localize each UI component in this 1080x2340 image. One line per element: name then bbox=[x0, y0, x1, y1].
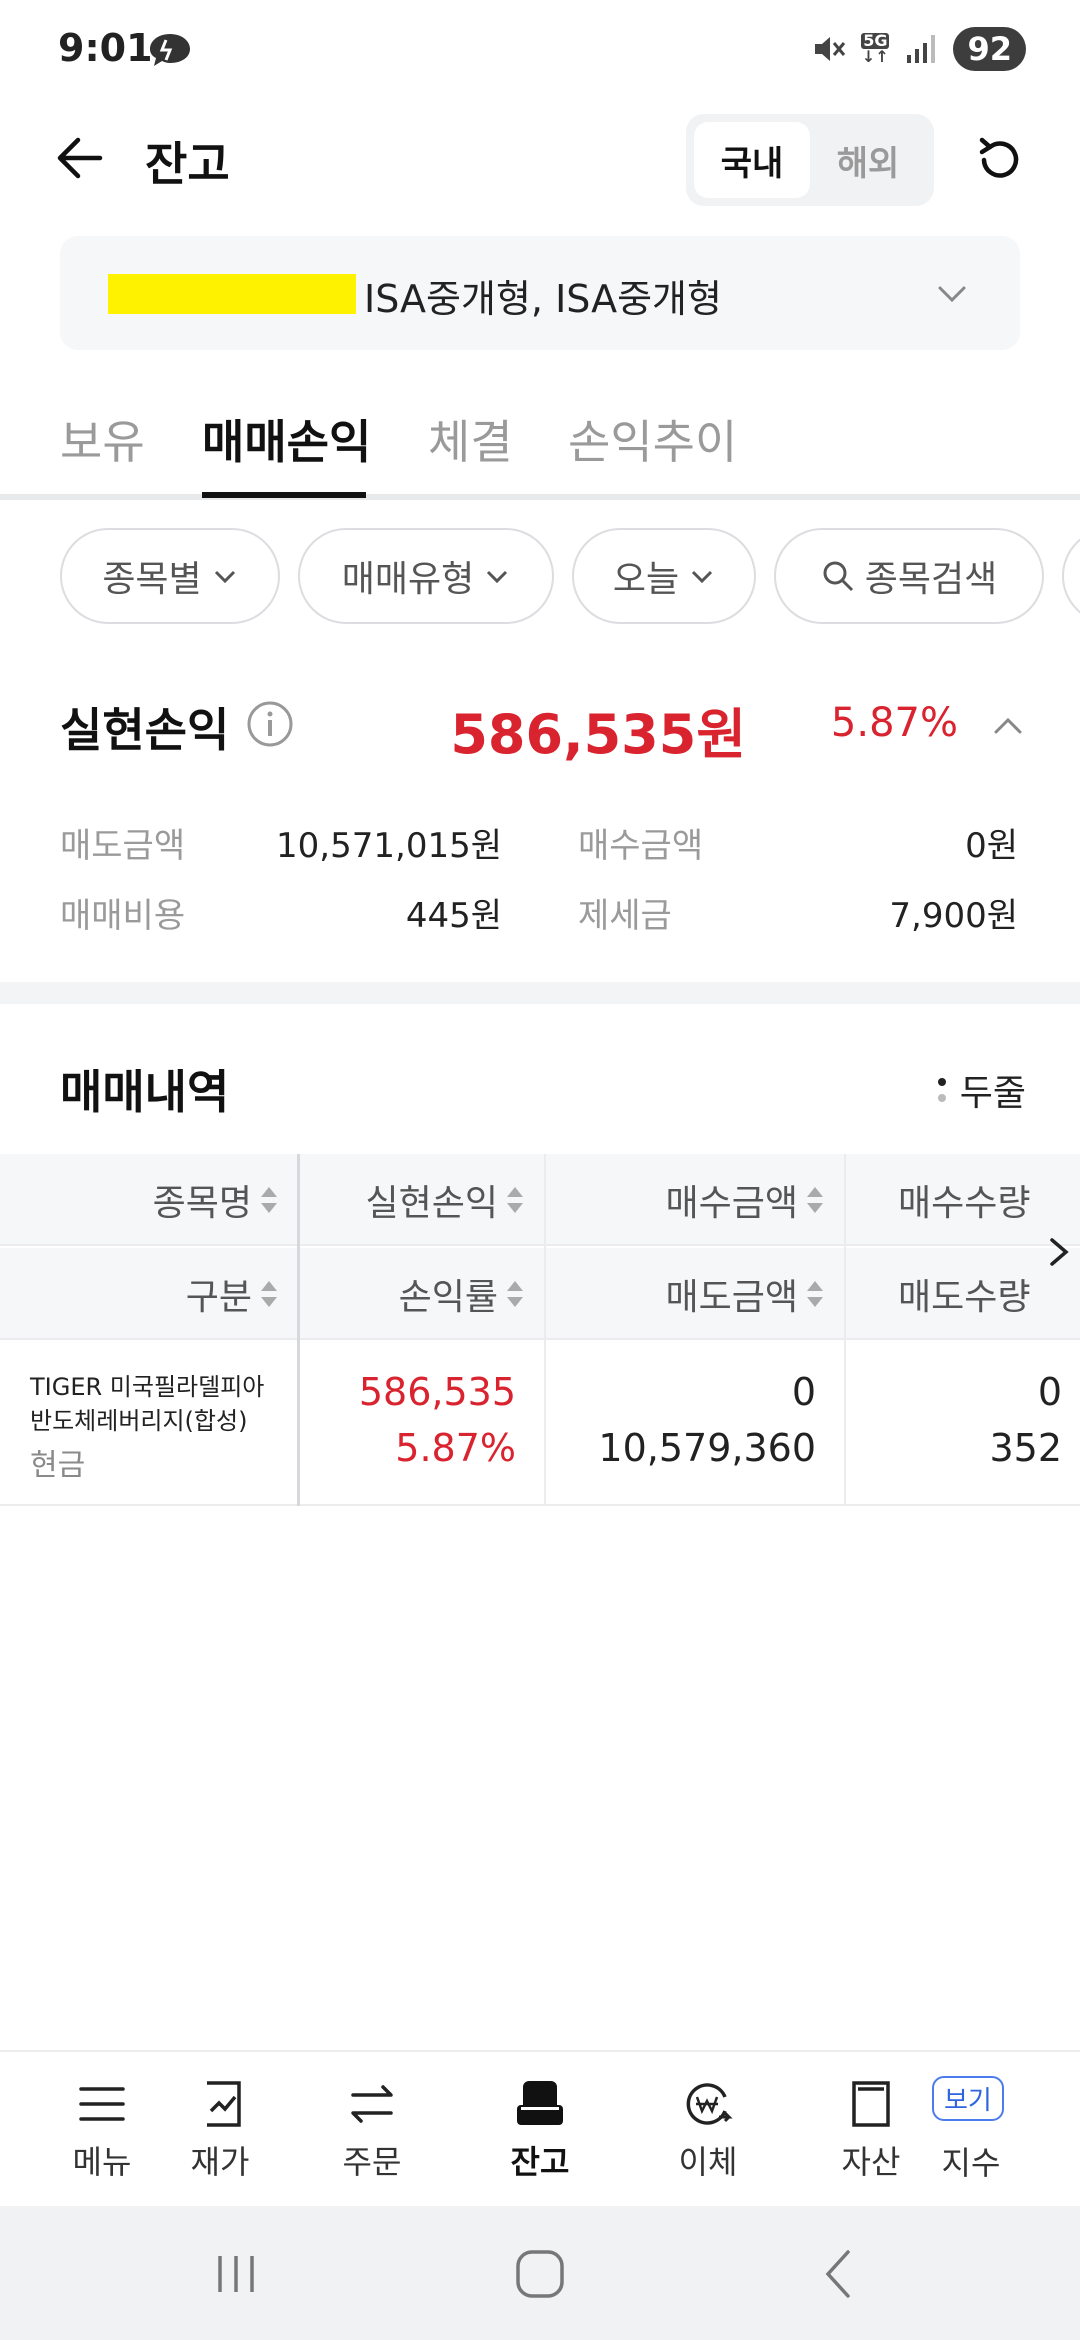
realized-pl-title: 실현손익 bbox=[60, 703, 230, 757]
filter-by-stock[interactable]: 종목별 bbox=[60, 528, 280, 624]
market-segment-toggle: 국내 해외 bbox=[686, 114, 934, 206]
nav-index[interactable]: 지수 bbox=[926, 2052, 1016, 2208]
chevron-right-icon[interactable] bbox=[1044, 1232, 1074, 1272]
sell-amount-value: 10,571,015원 bbox=[276, 826, 502, 866]
tab-pl-trend[interactable]: 손익추이 bbox=[568, 406, 737, 472]
sort-icon bbox=[806, 1279, 824, 1309]
row-buy-qty: 0 bbox=[1037, 1370, 1062, 1414]
search-icon bbox=[823, 561, 853, 592]
buy-amount-label: 매수금액 bbox=[578, 826, 704, 866]
nav-order[interactable]: 주문 bbox=[320, 2052, 424, 2208]
tab-holdings[interactable]: 보유 bbox=[60, 406, 145, 472]
sort-icon bbox=[260, 1185, 278, 1215]
chevron-down-icon bbox=[487, 570, 508, 584]
sort-icon bbox=[260, 1279, 278, 1309]
two-line-toggle[interactable]: 두줄 bbox=[937, 1064, 1026, 1116]
tab-trade-pl[interactable]: 매매손익 bbox=[202, 406, 371, 472]
account-selector[interactable]: ISA중개형, ISA중개형 bbox=[60, 236, 1020, 350]
account-type: 현금 bbox=[30, 1448, 86, 1483]
home-icon[interactable] bbox=[508, 2242, 572, 2306]
back-arrow-icon[interactable] bbox=[48, 128, 108, 188]
trade-history-title: 매매내역 bbox=[60, 1065, 230, 1119]
tab-executions[interactable]: 체결 bbox=[428, 406, 513, 472]
col-buy-amount[interactable]: 매수금액 bbox=[546, 1154, 844, 1246]
table-header-row: 구분 손익률 매도금액 매도수량 bbox=[0, 1248, 1080, 1340]
app-header: 잔고 국내 해외 bbox=[0, 110, 1080, 210]
filter-more[interactable] bbox=[1062, 528, 1080, 624]
trade-fee-label: 매매비용 bbox=[60, 896, 186, 936]
sort-icon bbox=[506, 1279, 524, 1309]
chevron-up-icon[interactable] bbox=[990, 708, 1026, 744]
filter-period[interactable]: 오늘 bbox=[572, 528, 756, 624]
sell-amount-label: 매도금액 bbox=[60, 826, 186, 866]
nav-menu[interactable]: 메뉴 bbox=[50, 2052, 154, 2208]
sort-icon bbox=[806, 1185, 824, 1215]
trade-fee-value: 445원 bbox=[405, 896, 502, 936]
status-time: 9:01 bbox=[58, 26, 153, 70]
column-divider bbox=[544, 1154, 546, 1506]
swap-arrows-icon bbox=[351, 2085, 393, 2123]
filter-trade-type[interactable]: 매매유형 bbox=[298, 528, 554, 624]
row-pl-rate: 5.87% bbox=[395, 1426, 516, 1470]
active-tab-indicator bbox=[202, 492, 366, 498]
segment-domestic[interactable]: 국내 bbox=[694, 122, 810, 198]
nav-current-price[interactable]: 재가 bbox=[170, 2052, 270, 2208]
page-title: 잔고 bbox=[145, 137, 230, 191]
wallet-icon bbox=[517, 2081, 563, 2125]
col-sell-amount[interactable]: 매도금액 bbox=[546, 1248, 844, 1340]
col-stock-name[interactable]: 종목명 bbox=[0, 1154, 298, 1246]
status-bar: 9:01 5G ↓↑ 92 bbox=[0, 0, 1080, 100]
sort-icon bbox=[506, 1185, 524, 1215]
col-type[interactable]: 구분 bbox=[0, 1248, 298, 1340]
buy-amount-value: 0원 bbox=[965, 826, 1018, 866]
stock-name: TIGER 미국필라델피아 반도체레버리지(합성) bbox=[30, 1373, 265, 1435]
account-number-redaction bbox=[108, 274, 356, 314]
document-icon bbox=[852, 2081, 890, 2127]
refresh-icon[interactable] bbox=[970, 130, 1030, 190]
frozen-column-divider bbox=[297, 1154, 300, 1506]
tax-value: 7,900원 bbox=[889, 896, 1018, 936]
message-icon bbox=[150, 34, 190, 66]
column-divider bbox=[844, 1154, 846, 1506]
account-name: ISA중개형, ISA중개형 bbox=[364, 277, 722, 321]
realized-pl-amount: 586,535원 bbox=[450, 703, 746, 766]
system-back-icon[interactable] bbox=[808, 2242, 872, 2306]
tax-label: 제세금 bbox=[578, 896, 672, 936]
chevron-down-icon bbox=[214, 570, 235, 584]
system-navigation-bar bbox=[0, 2206, 1080, 2340]
chart-icon bbox=[207, 2081, 241, 2127]
balance-tabs: 보유 매매손익 체결 손익추이 bbox=[0, 384, 1080, 500]
table-row[interactable]: TIGER 미국필라델피아 반도체레버리지(합성) 현금 586,535 5.8… bbox=[0, 1340, 1080, 1506]
col-realized-pl[interactable]: 실현손익 bbox=[300, 1154, 544, 1246]
mute-icon bbox=[815, 37, 846, 61]
col-pl-rate[interactable]: 손익률 bbox=[300, 1248, 544, 1340]
two-line-icon bbox=[937, 1078, 946, 1102]
segment-overseas[interactable]: 해외 bbox=[810, 122, 926, 198]
nav-asset[interactable]: 자산 bbox=[836, 2052, 906, 2208]
info-icon[interactable] bbox=[246, 700, 294, 748]
row-buy-amount: 0 bbox=[791, 1370, 816, 1414]
transfer-won-icon bbox=[686, 2083, 733, 2125]
network-5g-icon: 5G ↓↑ bbox=[861, 31, 890, 66]
row-realized-pl: 586,535 bbox=[358, 1370, 516, 1414]
nav-transfer[interactable]: 이체 bbox=[656, 2052, 760, 2208]
filter-chips: 종목별 매매유형 오늘 종목검색 bbox=[0, 528, 1080, 624]
bottom-navigation: 메뉴 재가 주문 잔고 이체 자산 보기 지수 bbox=[0, 2050, 1080, 2206]
hamburger-menu-icon bbox=[79, 2087, 125, 2121]
realized-pl-rate: 5.87% bbox=[830, 700, 958, 746]
nav-balance[interactable]: 잔고 bbox=[488, 2052, 592, 2208]
stock-search-button[interactable]: 종목검색 bbox=[774, 528, 1044, 624]
table-header-row: 종목명 실현손익 매수금액 매수수량 bbox=[0, 1154, 1080, 1246]
row-sell-amount: 10,579,360 bbox=[598, 1426, 816, 1470]
recent-apps-icon[interactable] bbox=[204, 2242, 268, 2306]
chevron-down-icon bbox=[938, 286, 966, 303]
row-sell-qty: 352 bbox=[989, 1426, 1062, 1470]
battery-indicator: 92 bbox=[953, 27, 1026, 71]
signal-icon bbox=[907, 35, 936, 63]
chevron-down-icon bbox=[692, 570, 713, 584]
section-divider bbox=[0, 982, 1080, 1004]
